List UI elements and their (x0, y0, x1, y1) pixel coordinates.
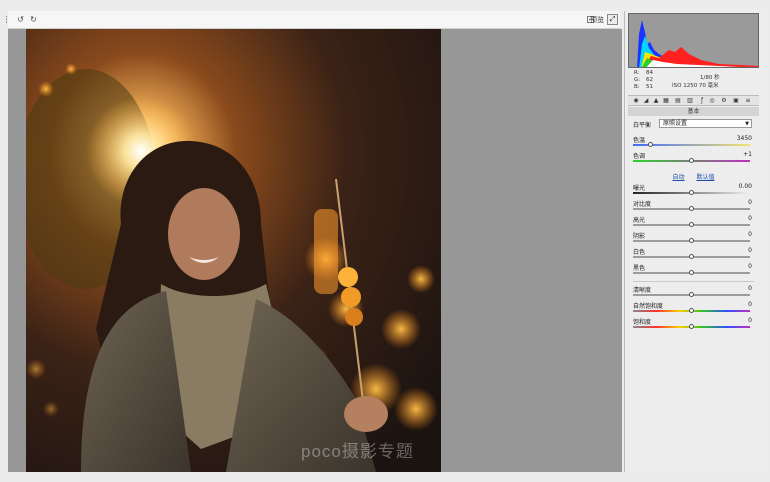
presets-tab-icon[interactable]: ⚙ (720, 97, 728, 105)
split-toning-tab-icon[interactable]: ▤ (674, 97, 682, 105)
chevron-down-icon: ▼ (745, 121, 749, 127)
toggle-icon[interactable]: ⋮ (2, 15, 11, 24)
preview-label: 预览 (590, 16, 604, 24)
whites-knob[interactable] (689, 254, 694, 259)
exposure-label: 曝光 (633, 185, 646, 192)
clarity-value[interactable]: 0 (748, 285, 752, 292)
clarity-slider[interactable]: 清晰度 0 (633, 285, 754, 301)
section-title: 基本 (628, 107, 759, 116)
exposure-knob[interactable] (689, 190, 694, 195)
highlights-knob[interactable] (689, 222, 694, 227)
contrast-value[interactable]: 0 (748, 199, 752, 206)
image-canvas[interactable]: poco摄影专题 (8, 29, 622, 472)
blacks-knob[interactable] (689, 270, 694, 275)
exposure-slider[interactable]: 曝光 0.00 (633, 183, 754, 199)
temperature-label: 色温 (633, 137, 646, 144)
panel-tabs: ◉ ◢ ▲ ▦ ▤ ▥ ƒ ◎ ⚙ ▣ ≡ (628, 95, 759, 106)
highlights-slider[interactable]: 高光 0 (633, 215, 754, 231)
blacks-value[interactable]: 0 (748, 263, 752, 270)
blacks-slider[interactable]: 黑色 0 (633, 263, 754, 279)
watermark: poco摄影专题 (301, 442, 414, 461)
rotate-left-icon[interactable]: ↺ (16, 15, 25, 24)
snapshots-tab-icon[interactable]: ▣ (732, 97, 740, 105)
contrast-slider[interactable]: 对比度 0 (633, 199, 754, 215)
highlights-value[interactable]: 0 (748, 215, 752, 222)
photo-preview[interactable]: poco摄影专题 (26, 29, 441, 472)
white-balance-label: 白平衡 (633, 122, 652, 129)
rotate-right-icon[interactable]: ↻ (29, 15, 38, 24)
effects-tab-icon[interactable]: ƒ (698, 97, 706, 105)
temperature-knob[interactable] (648, 142, 654, 147)
histogram (628, 13, 759, 68)
blacks-label: 黑色 (633, 265, 646, 272)
tint-slider[interactable]: 色调 +1 (633, 151, 754, 167)
vibrance-label: 自然饱和度 (633, 303, 664, 310)
saturation-slider[interactable]: 饱和度 0 (633, 317, 754, 333)
contrast-knob[interactable] (689, 206, 694, 211)
saturation-knob[interactable] (689, 324, 694, 329)
g-label: G: (634, 77, 641, 83)
highlights-label: 高光 (633, 217, 646, 224)
clarity-knob[interactable] (689, 292, 694, 297)
clarity-label: 清晰度 (633, 287, 652, 294)
shadows-label: 阴影 (633, 233, 646, 240)
menu-icon[interactable]: ≡ (744, 97, 752, 105)
iso-focal-readout: ISO 1250 70 毫米 (672, 83, 719, 89)
camera-raw-window: ⋮ ↺ ↻ ✓ 预览 ⤢ poco摄影专题 R: 84 G: 62 B: 51 … (0, 0, 770, 482)
temperature-value[interactable]: 3450 (737, 135, 752, 142)
basic-tab-icon[interactable]: ◉ (632, 97, 640, 105)
r-label: R: (634, 70, 640, 76)
adjustment-panel: R: 84 G: 62 B: 51 1/80 秒 ISO 1250 70 毫米 … (624, 11, 761, 472)
vibrance-slider[interactable]: 自然饱和度 0 (633, 301, 754, 317)
white-balance-row: 白平衡 原照设置 ▼ (633, 119, 758, 129)
r-value: 84 (646, 70, 653, 76)
b-label: B: (634, 84, 640, 90)
top-toolbar: ⋮ ↺ ↻ ✓ 预览 ⤢ (3, 11, 620, 29)
shadows-slider[interactable]: 阴影 0 (633, 231, 754, 247)
tone-curve-tab-icon[interactable]: ◢ (642, 97, 650, 105)
exposure-value[interactable]: 0.00 (739, 183, 752, 190)
default-link[interactable]: 默认值 (696, 174, 714, 181)
lens-tab-icon[interactable]: ▥ (686, 97, 694, 105)
saturation-value[interactable]: 0 (748, 317, 752, 324)
auto-link[interactable]: 自动 (673, 174, 685, 181)
fullscreen-icon[interactable]: ⤢ (607, 14, 618, 25)
temperature-slider[interactable]: 色温 3450 (633, 135, 754, 151)
histogram-graph (637, 20, 758, 67)
shadows-knob[interactable] (689, 238, 694, 243)
tint-knob[interactable] (689, 158, 694, 163)
white-balance-select[interactable]: 原照设置 ▼ (659, 119, 752, 128)
g-value: 62 (646, 77, 653, 83)
hsl-tab-icon[interactable]: ▦ (662, 97, 670, 105)
photo-image (26, 29, 441, 472)
whites-slider[interactable]: 白色 0 (633, 247, 754, 263)
camera-calibration-tab-icon[interactable]: ◎ (708, 97, 716, 105)
vibrance-value[interactable]: 0 (748, 301, 752, 308)
whites-value[interactable]: 0 (748, 247, 752, 254)
shadows-value[interactable]: 0 (748, 231, 752, 238)
shutter-readout: 1/80 秒 (700, 75, 720, 81)
pixel-readout: R: 84 G: 62 B: 51 1/80 秒 ISO 1250 70 毫米 (628, 69, 759, 95)
white-balance-value: 原照设置 (663, 120, 688, 127)
tint-label: 色调 (633, 153, 646, 160)
auto-default-row: 自动 默认值 (633, 172, 754, 181)
whites-label: 白色 (633, 249, 646, 256)
tint-value[interactable]: +1 (743, 151, 752, 158)
b-value: 51 (646, 84, 653, 90)
detail-tab-icon[interactable]: ▲ (652, 97, 660, 105)
vibrance-knob[interactable] (689, 308, 694, 313)
panel-divider (633, 281, 754, 282)
saturation-label: 饱和度 (633, 319, 652, 326)
contrast-label: 对比度 (633, 201, 652, 208)
